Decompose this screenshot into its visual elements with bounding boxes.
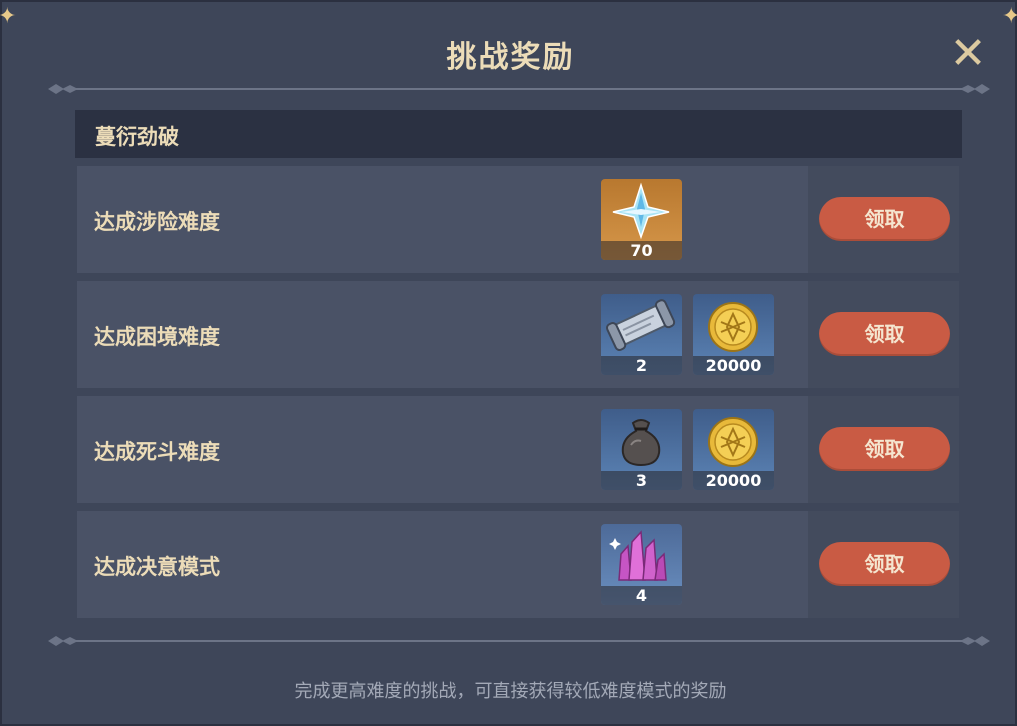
corner-star-icon: ✦ xyxy=(0,4,17,29)
dialog-title: 挑战奖励 xyxy=(446,40,575,75)
row-label: 达成死斗难度 xyxy=(94,440,220,464)
pouch-icon xyxy=(621,419,661,467)
section-title: 蔓衍劲破 xyxy=(95,125,179,149)
reward-count: 2 xyxy=(601,356,682,375)
close-button[interactable]: ✕ xyxy=(948,32,988,76)
scroll-icon xyxy=(605,299,676,351)
reward-row: 达成死斗难度 3 20000 领取 xyxy=(77,396,959,503)
reward-item[interactable]: 2 xyxy=(601,294,682,375)
footer-note: 完成更高难度的挑战，可直接获得较低难度模式的奖励 xyxy=(294,681,727,702)
row-label: 达成困境难度 xyxy=(94,325,220,349)
reward-count: 20000 xyxy=(693,471,774,490)
close-icon[interactable]: ✕ xyxy=(950,28,987,79)
reward-count: 20000 xyxy=(693,356,774,375)
reward-row: 达成决意模式 4 领取 xyxy=(77,511,959,618)
mora-coin-icon xyxy=(708,417,758,467)
bottom-divider xyxy=(46,634,992,648)
claim-button[interactable]: 领取 xyxy=(819,427,950,471)
claim-button[interactable]: 领取 xyxy=(819,312,950,356)
section-header: 蔓衍劲破 xyxy=(75,110,962,158)
row-label: 达成涉险难度 xyxy=(94,210,220,234)
challenge-rewards-dialog: ✦ ✦ 挑战奖励 ✕ 蔓衍劲破 达成涉险难度 70 领取 达成困境难度 2 20… xyxy=(0,0,1017,726)
reward-item[interactable]: 70 xyxy=(601,179,682,260)
mora-coin-icon xyxy=(708,302,758,352)
reward-row: 达成涉险难度 70 领取 xyxy=(77,166,959,273)
reward-item[interactable]: 4 xyxy=(601,524,682,605)
reward-item[interactable]: 3 xyxy=(601,409,682,490)
top-divider xyxy=(46,82,992,96)
reward-count: 3 xyxy=(601,471,682,490)
claim-button[interactable]: 领取 xyxy=(819,542,950,586)
claim-button[interactable]: 领取 xyxy=(819,197,950,241)
reward-item[interactable]: 20000 xyxy=(693,294,774,375)
corner-star-icon: ✦ xyxy=(1002,4,1017,29)
reward-item[interactable]: 20000 xyxy=(693,409,774,490)
crystal-icon xyxy=(609,530,667,581)
primogem-icon xyxy=(612,182,670,240)
reward-count: 70 xyxy=(601,241,682,260)
reward-count: 4 xyxy=(601,586,682,605)
row-label: 达成决意模式 xyxy=(94,555,220,579)
reward-row: 达成困境难度 2 20000 领取 xyxy=(77,281,959,388)
